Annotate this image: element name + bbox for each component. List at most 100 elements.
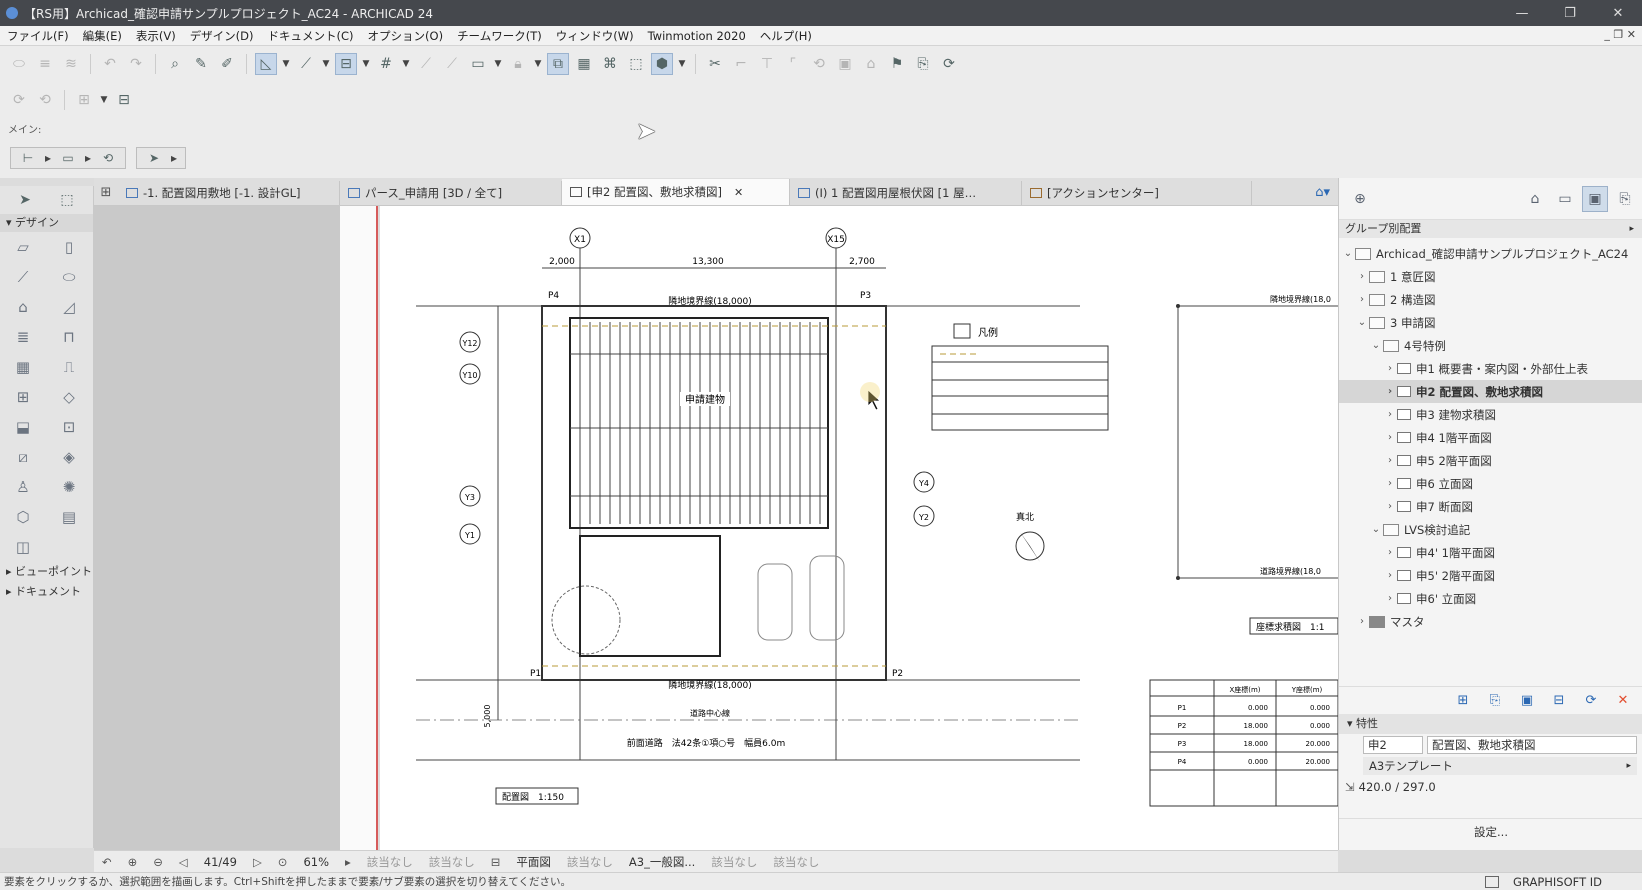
- intersect-icon[interactable]: ▣: [834, 53, 856, 75]
- layout-id-field[interactable]: 申2: [1363, 735, 1423, 754]
- navigator-popup-icon[interactable]: ⊕: [1347, 186, 1373, 212]
- suspend-groups-icon[interactable]: ⧉: [547, 53, 569, 75]
- tree-node-folder[interactable]: ⌄ 4号特例: [1339, 334, 1642, 357]
- new-master-icon[interactable]: ▣: [1515, 690, 1539, 712]
- toolbox-viewpoint-section[interactable]: ▸ ビューポイント: [0, 562, 93, 582]
- expand-icon[interactable]: ⌄: [1369, 340, 1383, 351]
- fit-in-window-icon[interactable]: ⊙: [270, 855, 296, 869]
- close-button[interactable]: ✕: [1594, 0, 1642, 26]
- explode-icon[interactable]: ⌘: [599, 53, 621, 75]
- zoom-level[interactable]: 61%: [295, 855, 337, 869]
- geometry-method-icon[interactable]: ⊢: [17, 147, 39, 169]
- skylight-tool-icon[interactable]: ◇: [46, 382, 92, 412]
- opening-tool-icon[interactable]: ◫: [0, 532, 46, 562]
- chevron-down-icon[interactable]: ▼: [281, 53, 291, 75]
- roof-tool-icon[interactable]: ⌂: [0, 292, 46, 322]
- redo-icon[interactable]: ↷: [125, 53, 147, 75]
- tab-close-icon[interactable]: ✕: [734, 186, 743, 199]
- table-icon[interactable]: ▦: [573, 53, 595, 75]
- pick-up-parameters-icon[interactable]: ✎: [190, 53, 212, 75]
- tree-node-folder[interactable]: ⌄ LVS検討追記: [1339, 518, 1642, 541]
- door-tool-icon[interactable]: ⎍: [46, 352, 92, 382]
- new-layout-icon[interactable]: ⊞: [1451, 690, 1475, 712]
- menu-teamwork[interactable]: チームワーク(T): [450, 28, 549, 44]
- menu-help[interactable]: ヘルプ(H): [753, 28, 819, 44]
- tree-node-master[interactable]: › マスタ: [1339, 610, 1642, 633]
- expand-icon[interactable]: ⌄: [1369, 524, 1383, 535]
- master-layout-dropdown[interactable]: A3テンプレート ▸: [1363, 756, 1637, 775]
- mdi-window-controls[interactable]: _ ❐ ✕: [1604, 28, 1636, 41]
- pen-set-icon[interactable]: ≋: [60, 53, 82, 75]
- reserve-icon[interactable]: ⊞: [73, 89, 95, 111]
- window-tool-icon[interactable]: ⊞: [0, 382, 46, 412]
- expand-icon[interactable]: ›: [1383, 478, 1397, 489]
- publisher-sets-icon[interactable]: ⎘: [1612, 186, 1638, 212]
- tree-node-folder[interactable]: › 2 構造図: [1339, 288, 1642, 311]
- mesh-tool-icon[interactable]: ⧄: [0, 442, 46, 472]
- expand-icon[interactable]: ›: [1383, 363, 1397, 374]
- chevron-down-icon[interactable]: ▼: [99, 89, 109, 111]
- properties-header[interactable]: ▾ 特性: [1339, 714, 1642, 734]
- guide-lines-icon[interactable]: ⟋: [295, 53, 317, 75]
- column-tool-icon[interactable]: ▯: [46, 232, 92, 262]
- tree-node-layout-selected[interactable]: › 申2 配置図、敷地求積図: [1339, 380, 1642, 403]
- split-icon[interactable]: ✂: [704, 53, 726, 75]
- teamwork-send-icon[interactable]: ⟳: [8, 89, 30, 111]
- expand-icon[interactable]: ›: [1383, 432, 1397, 443]
- inject-parameters-icon[interactable]: ✐: [216, 53, 238, 75]
- window-icon[interactable]: [1485, 875, 1500, 888]
- tree-node-layout[interactable]: › 申5 2階平面図: [1339, 449, 1642, 472]
- view-map-icon[interactable]: ▭: [1552, 186, 1578, 212]
- menu-file[interactable]: ファイル(F): [0, 28, 76, 44]
- tree-node-layout[interactable]: › 申4 1階平面図: [1339, 426, 1642, 449]
- menu-options[interactable]: オプション(O): [361, 28, 451, 44]
- fillet-icon[interactable]: ⌜: [782, 53, 804, 75]
- object-tool-icon[interactable]: ⊡: [46, 412, 92, 442]
- relative-construction-icon[interactable]: ⟋: [441, 53, 463, 75]
- tab-list-menu-icon[interactable]: ⌂▾: [1315, 179, 1338, 205]
- status-field-4[interactable]: 該当なし: [703, 854, 765, 870]
- tree-node-layout[interactable]: › 申1 概要書・案内図・外部仕上表: [1339, 357, 1642, 380]
- status-field-2[interactable]: 該当なし: [421, 854, 483, 870]
- publish-icon[interactable]: ⟳: [938, 53, 960, 75]
- menu-view[interactable]: 表示(V): [129, 28, 183, 44]
- tree-node-layout[interactable]: › 申6 立面図: [1339, 472, 1642, 495]
- status-field-5[interactable]: 該当なし: [765, 854, 827, 870]
- expand-icon[interactable]: ⌄: [1355, 317, 1369, 328]
- lock-icon[interactable]: 🔒︎: [507, 53, 529, 75]
- layout-icon[interactable]: ⎘: [912, 53, 934, 75]
- beam-tool-icon[interactable]: ⟋: [0, 262, 46, 292]
- project-map-icon[interactable]: ⌂: [1522, 186, 1548, 212]
- settings-button[interactable]: 設定...: [1339, 818, 1642, 844]
- place-drawing-icon[interactable]: ⊟: [1547, 690, 1571, 712]
- marquee-tool-icon[interactable]: ⬚: [56, 189, 78, 211]
- chevron-down-icon[interactable]: ▼: [321, 53, 331, 75]
- tree-node-layout[interactable]: › 申4' 1階平面図: [1339, 541, 1642, 564]
- tab-action-center[interactable]: [アクションセンター]: [1022, 181, 1252, 205]
- tab-site-plan[interactable]: -1. 配置図用敷地 [-1. 設計GL]: [118, 181, 340, 205]
- menu-document[interactable]: ドキュメント(C): [261, 28, 361, 44]
- toolbox-document-section[interactable]: ▸ ドキュメント: [0, 582, 93, 602]
- page-indicator[interactable]: 41/49: [196, 855, 245, 869]
- chevron-down-icon[interactable]: ▼: [401, 53, 411, 75]
- tab-layout-sheet[interactable]: [申2 配置図、敷地求積図] ✕: [562, 179, 790, 205]
- menu-edit[interactable]: 編集(E): [76, 28, 129, 44]
- new-subset-icon[interactable]: ⎘: [1483, 690, 1507, 712]
- tab-roof-plan[interactable]: (I) 1 配置図用屋根伏図 [1 屋…: [790, 181, 1022, 205]
- update-icon[interactable]: ⟳: [1579, 690, 1603, 712]
- undo-icon[interactable]: ↶: [99, 53, 121, 75]
- tree-node-folder[interactable]: ⌄ 3 申請図: [1339, 311, 1642, 334]
- slab-tool-icon[interactable]: ⬭: [46, 262, 92, 292]
- info-box-geometry-group[interactable]: ⊢ ▸ ▭ ▸ ⟲: [10, 147, 126, 169]
- chevron-right-icon[interactable]: ▸: [169, 147, 179, 169]
- find-select-icon[interactable]: ⌕: [164, 53, 186, 75]
- navigator-view-selector[interactable]: グループ別配置 ▸: [1339, 220, 1642, 238]
- zoom-in-icon[interactable]: ⊕: [120, 855, 146, 869]
- expand-icon[interactable]: ⌄: [1341, 248, 1355, 259]
- tab-overview-icon[interactable]: ⊞: [94, 179, 118, 205]
- offset-icon[interactable]: ⟲: [808, 53, 830, 75]
- expand-icon[interactable]: ›: [1355, 294, 1369, 305]
- edit-plane-icon[interactable]: ⟋: [415, 53, 437, 75]
- chevron-right-icon[interactable]: ▸: [83, 147, 93, 169]
- tree-node-folder[interactable]: › 1 意匠図: [1339, 265, 1642, 288]
